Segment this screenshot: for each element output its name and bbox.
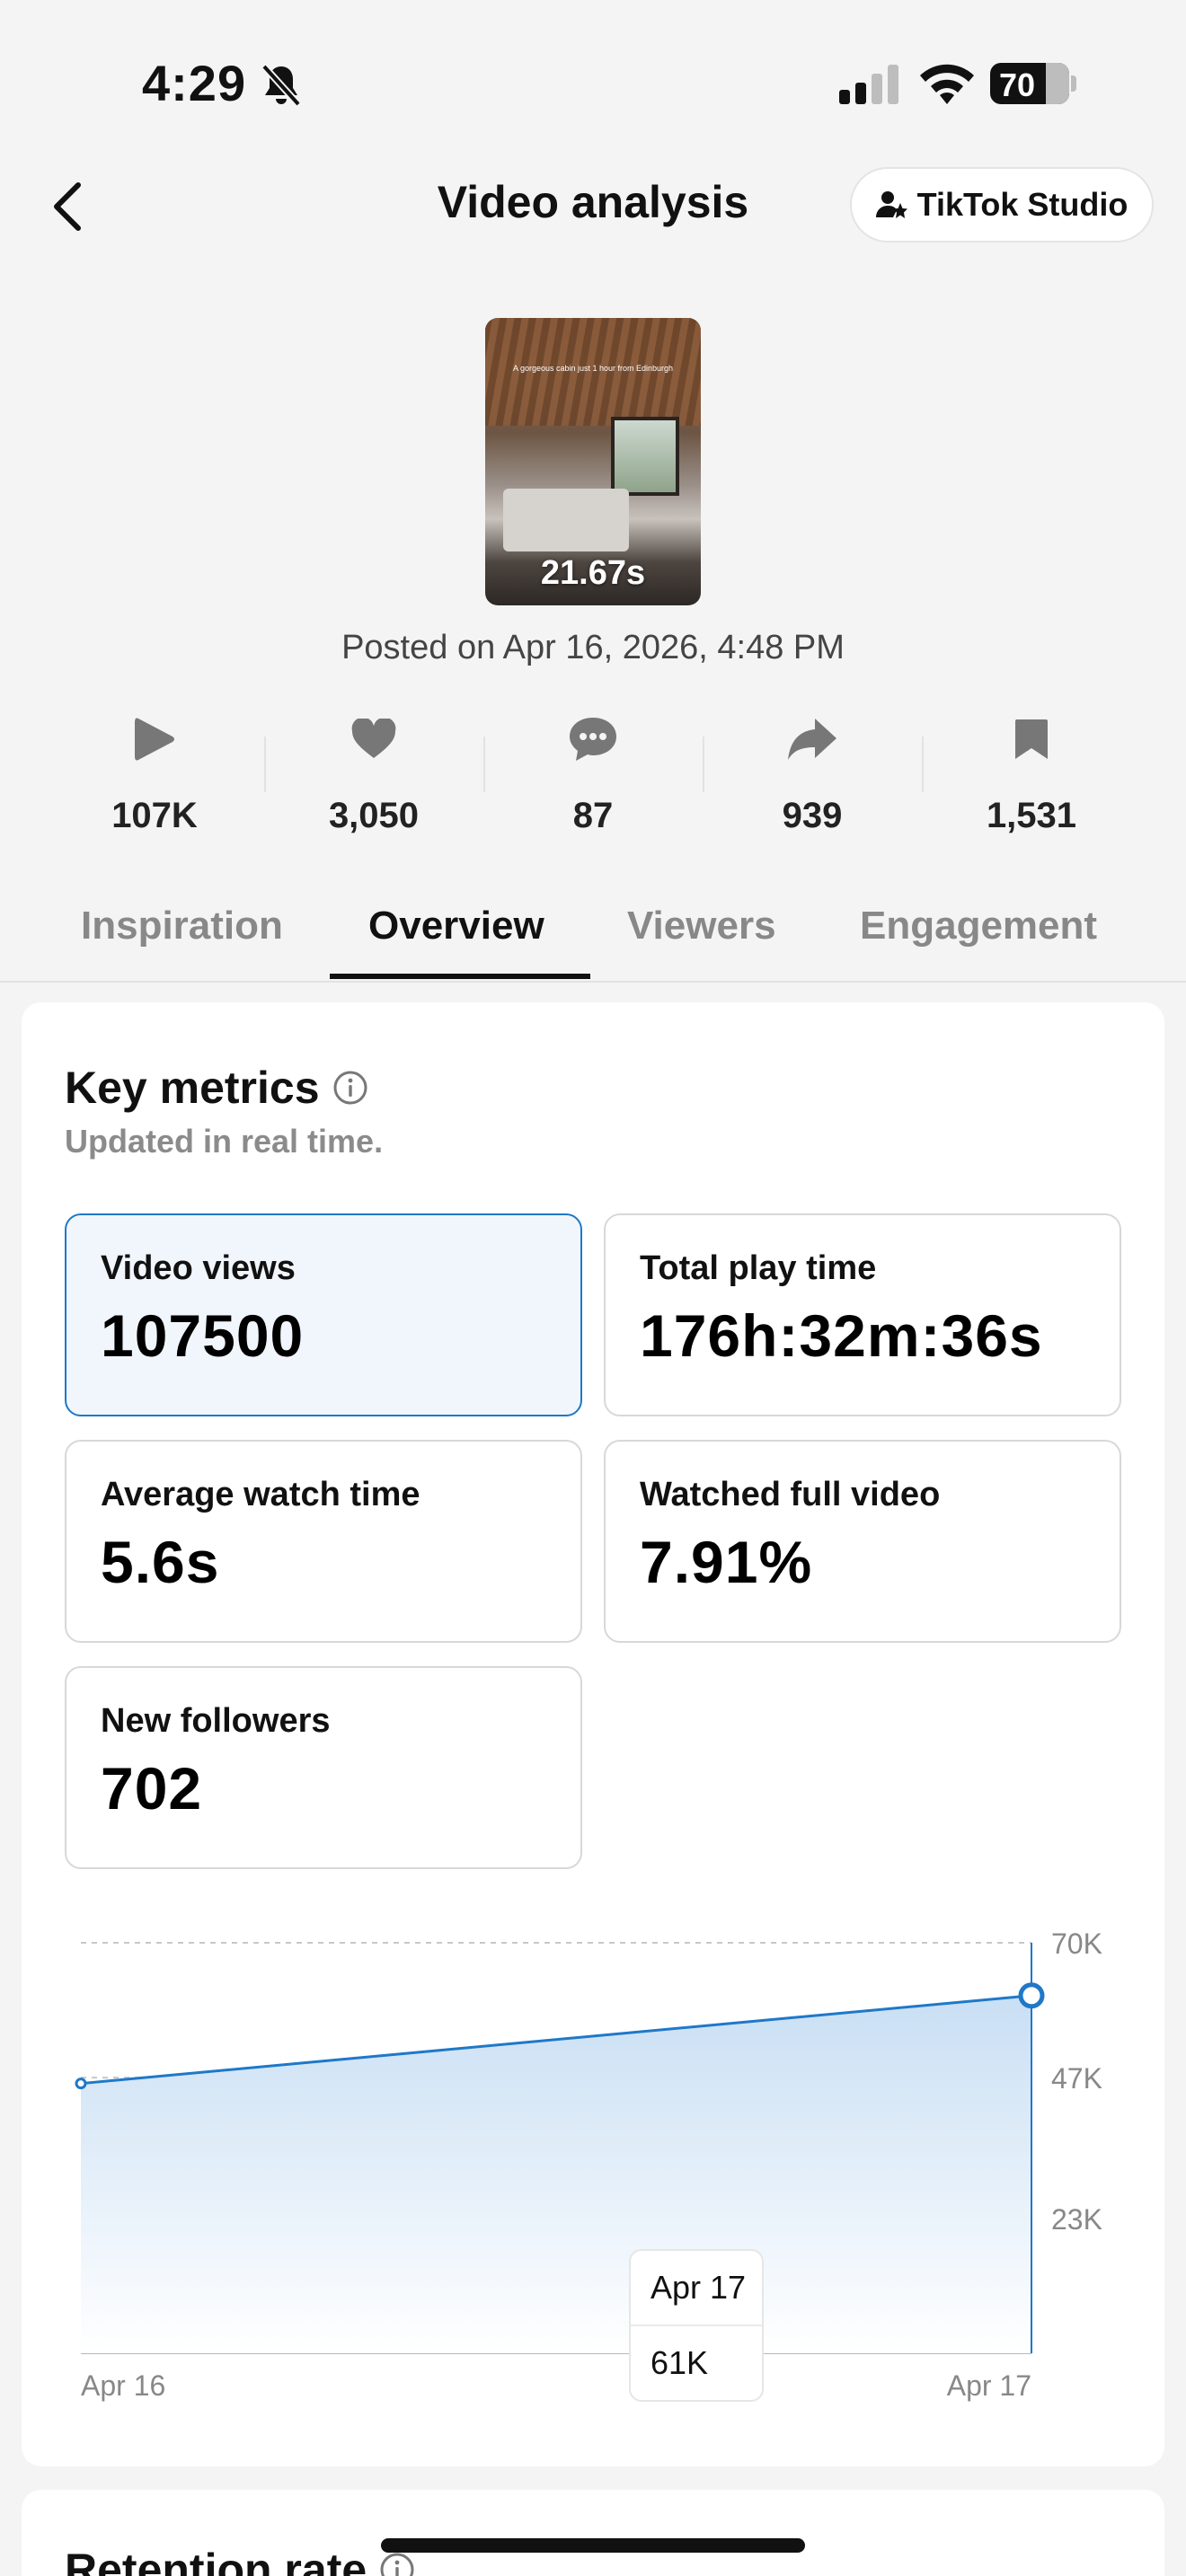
video-stats-row: 107K 3,050 87 939 1,531	[45, 710, 1141, 844]
stat-comments: 87	[483, 710, 703, 844]
retention-rate-title-text: Retention rate	[65, 2545, 367, 2576]
metric-video-views[interactable]: Video views 107500	[65, 1213, 582, 1416]
bell-muted-icon	[261, 63, 302, 112]
home-indicator	[381, 2538, 805, 2553]
key-metrics-title: Key metrics	[65, 1062, 368, 1114]
y-tick-label: 70K	[1051, 1928, 1102, 1960]
bookmark-icon	[1013, 710, 1049, 769]
metric-average-watch-time[interactable]: Average watch time 5.6s	[65, 1440, 582, 1643]
active-tab-indicator	[330, 974, 590, 979]
metric-label: Total play time	[640, 1249, 877, 1287]
area-fill	[81, 1995, 1031, 2353]
battery-indicator: 70	[990, 63, 1076, 104]
stat-value: 3,050	[328, 796, 420, 835]
metric-label: Video views	[101, 1249, 296, 1287]
data-point	[75, 2078, 87, 2090]
chart-tooltip: Apr 17 61K	[629, 2249, 764, 2402]
retention-rate-title: Retention rate	[65, 2544, 415, 2576]
data-point	[1018, 1982, 1045, 2009]
retention-rate-card: Retention rate	[22, 2490, 1164, 2576]
key-metrics-title-text: Key metrics	[65, 1063, 320, 1113]
tooltip-date: Apr 17	[651, 2269, 747, 2306]
tab-viewers[interactable]: Viewers	[627, 904, 776, 948]
stat-shares: 939	[703, 710, 922, 844]
creator-star-icon	[875, 191, 907, 218]
analytics-tabs: Inspiration Overview Viewers Engagement	[0, 893, 1186, 983]
stat-likes: 3,050	[264, 710, 483, 844]
battery-level: 70	[999, 66, 1036, 103]
stat-value: 87	[572, 796, 614, 835]
metric-label: Average watch time	[101, 1476, 420, 1513]
views-area-chart[interactable]: 70K 47K 23K Apr 16 Apr 17	[0, 1796, 1186, 2425]
stat-value: 107K	[111, 796, 198, 835]
tab-overview[interactable]: Overview	[368, 904, 544, 948]
info-icon[interactable]	[379, 2552, 415, 2576]
metric-total-play-time[interactable]: Total play time 176h:32m:36s	[604, 1213, 1121, 1416]
wifi-icon	[918, 63, 976, 110]
y-tick-label: 23K	[1051, 2203, 1102, 2236]
metric-value: 5.6s	[101, 1529, 220, 1595]
posted-date: Posted on Apr 16, 2026, 4:48 PM	[341, 629, 845, 666]
info-icon[interactable]	[332, 1070, 368, 1106]
video-duration: 21.67s	[540, 554, 646, 592]
metric-value: 107500	[101, 1302, 305, 1369]
tooltip-value: 61K	[651, 2344, 709, 2381]
metric-label: New followers	[101, 1702, 331, 1740]
x-tick-label: Apr 16	[81, 2369, 165, 2402]
cellular-signal-icon	[837, 65, 900, 109]
play-icon	[133, 710, 176, 769]
tab-engagement[interactable]: Engagement	[860, 904, 1097, 948]
key-metrics-subtitle: Updated in real time.	[65, 1123, 384, 1160]
share-icon	[786, 710, 838, 769]
stat-saves: 1,531	[922, 710, 1141, 844]
heart-icon	[350, 710, 397, 769]
metric-value: 176h:32m:36s	[640, 1302, 1043, 1369]
metric-watched-full-video[interactable]: Watched full video 7.91%	[604, 1440, 1121, 1643]
video-caption: A gorgeous cabin just 1 hour from Edinbu…	[512, 364, 674, 373]
metric-value: 7.91%	[640, 1529, 813, 1595]
tiktok-studio-button[interactable]: TikTok Studio	[850, 167, 1154, 243]
stat-value: 939	[782, 796, 843, 835]
tiktok-studio-label: TikTok Studio	[916, 186, 1128, 223]
stat-views: 107K	[45, 710, 264, 844]
video-thumbnail[interactable]: A gorgeous cabin just 1 hour from Edinbu…	[485, 318, 701, 605]
status-time: 4:29	[142, 55, 247, 111]
y-tick-label: 47K	[1051, 2062, 1102, 2095]
comment-icon	[568, 710, 618, 769]
x-tick-label: Apr 17	[947, 2369, 1031, 2402]
tab-inspiration[interactable]: Inspiration	[81, 904, 283, 948]
metric-label: Watched full video	[640, 1476, 941, 1513]
status-bar: 4:29 70	[0, 0, 1186, 171]
stat-value: 1,531	[986, 796, 1077, 835]
